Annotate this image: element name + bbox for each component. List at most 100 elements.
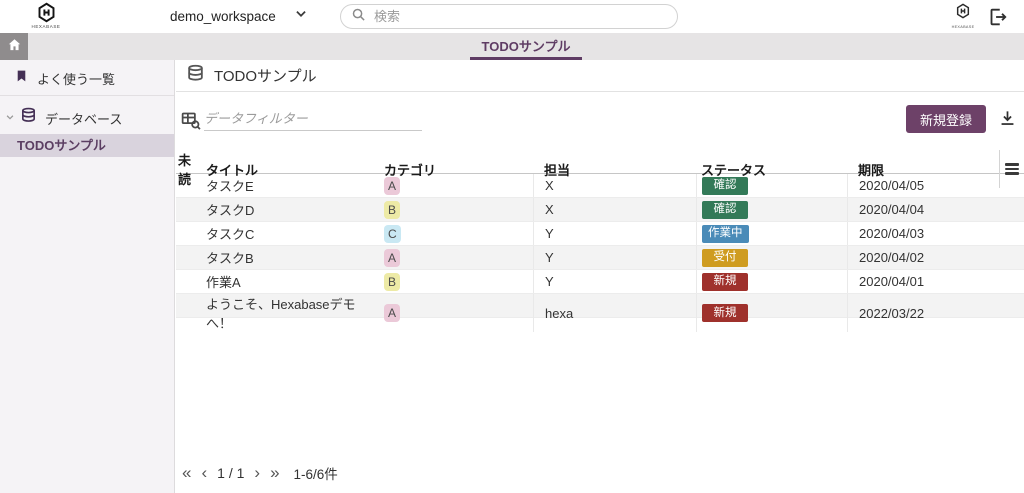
logo-caption: HEXABASE <box>20 24 72 29</box>
global-search <box>340 4 678 29</box>
status-badge: 作業中 <box>702 225 749 243</box>
search-icon <box>351 7 366 27</box>
workspace-selector[interactable]: demo_workspace <box>170 7 308 26</box>
next-page-button[interactable]: › <box>254 466 260 480</box>
table-row[interactable]: タスクD B X 確認 2020/04/04 <box>176 198 1024 222</box>
records-table: 未読 タイトル カテゴリ 担当 ステータス 期限 タスクE A X 確認 202… <box>176 150 1024 318</box>
download-icon <box>998 115 1017 132</box>
cell-unread <box>176 174 201 197</box>
cell-deadline: 2020/04/02 <box>847 246 999 269</box>
chevron-down-icon <box>294 7 308 26</box>
cell-unread <box>176 294 201 332</box>
cell-category: A <box>379 294 533 332</box>
database-group-label: データベース <box>45 109 122 128</box>
download-button[interactable] <box>998 109 1018 129</box>
table-row[interactable]: 作業A B Y 新規 2020/04/01 <box>176 270 1024 294</box>
cell-deadline: 2020/04/05 <box>847 174 999 197</box>
chevron-down-small-icon <box>5 109 15 127</box>
bookmark-icon <box>15 68 28 89</box>
last-page-button[interactable]: » <box>270 466 279 480</box>
cell-title: タスクC <box>201 222 379 245</box>
cell-category: B <box>379 198 533 221</box>
cell-title: タスクE <box>201 174 379 197</box>
first-page-button[interactable]: « <box>182 466 191 480</box>
hexabase-logo[interactable]: HEXABASE <box>20 2 72 29</box>
pagination: « ‹ 1 / 1 › » 1-6/6件 <box>182 463 338 483</box>
status-badge: 受付 <box>702 249 748 267</box>
table-body: タスクE A X 確認 2020/04/05 タスクD B X 確認 2020/… <box>176 174 1024 318</box>
data-filter-input[interactable] <box>204 107 422 131</box>
cell-menu <box>999 294 1024 332</box>
top-header: HEXABASE demo_workspace HEXABASE <box>0 0 1024 33</box>
cell-unread <box>176 246 201 269</box>
table-row[interactable]: ようこそ、Hexabaseデモへ！ A hexa 新規 2022/03/22 <box>176 294 1024 318</box>
main-titlebar: TODOサンプル <box>176 60 1024 92</box>
sidebar-divider <box>0 95 174 96</box>
search-input[interactable] <box>374 9 667 24</box>
database-icon <box>20 107 37 129</box>
user-account-button[interactable]: HEXABASE <box>948 3 978 29</box>
sidebar-group-database[interactable]: データベース <box>0 106 174 130</box>
cell-menu <box>999 222 1024 245</box>
cell-deadline: 2022/03/22 <box>847 294 999 332</box>
cell-assignee: Y <box>533 270 696 293</box>
tab-todo-sample[interactable]: TODOサンプル <box>470 33 583 60</box>
cell-category: C <box>379 222 533 245</box>
new-record-button[interactable]: 新規登録 <box>906 105 986 133</box>
tab-label: TODOサンプル <box>482 36 571 55</box>
home-icon <box>7 37 22 57</box>
hexabase-logo-icon <box>20 2 72 23</box>
table-row[interactable]: タスクC C Y 作業中 2020/04/03 <box>176 222 1024 246</box>
sidebar: よく使う一覧 データベース TODOサンプル <box>0 60 175 493</box>
home-button[interactable] <box>0 33 28 60</box>
cell-status: 受付 <box>696 246 847 269</box>
tab-strip: TODOサンプル <box>28 33 1024 60</box>
cell-menu <box>999 198 1024 221</box>
category-badge: B <box>384 201 400 219</box>
cell-deadline: 2020/04/03 <box>847 222 999 245</box>
cell-status: 確認 <box>696 174 847 197</box>
user-caption: HEXABASE <box>948 25 978 29</box>
data-filter-icon <box>180 110 201 136</box>
database-icon <box>186 64 205 88</box>
cell-unread <box>176 222 201 245</box>
category-badge: B <box>384 273 400 291</box>
cell-status: 新規 <box>696 270 847 293</box>
cell-menu <box>999 270 1024 293</box>
cell-title: タスクD <box>201 198 379 221</box>
table-header-row: 未読 タイトル カテゴリ 担当 ステータス 期限 <box>176 150 1024 174</box>
cell-status: 作業中 <box>696 222 847 245</box>
cell-category: B <box>379 270 533 293</box>
cell-status: 新規 <box>696 294 847 332</box>
cell-assignee: X <box>533 198 696 221</box>
record-range-text: 1-6/6件 <box>294 463 338 483</box>
workspace-name: demo_workspace <box>170 9 276 24</box>
sidebar-item-favorites[interactable]: よく使う一覧 <box>0 63 174 93</box>
cell-title: タスクB <box>201 246 379 269</box>
favorites-label: よく使う一覧 <box>37 69 115 88</box>
logout-button[interactable] <box>986 6 1008 28</box>
main-content: TODOサンプル 新規登録 未読 タイトル カテゴリ 担当 ステータス 期限 タ… <box>176 60 1024 493</box>
cell-deadline: 2020/04/01 <box>847 270 999 293</box>
cell-title: 作業A <box>201 270 379 293</box>
status-badge: 確認 <box>702 177 748 195</box>
cell-menu <box>999 246 1024 269</box>
cell-unread <box>176 270 201 293</box>
prev-page-button[interactable]: ‹ <box>201 466 207 480</box>
status-badge: 新規 <box>702 273 748 291</box>
tab-bar: TODOサンプル <box>0 33 1024 60</box>
table-row[interactable]: タスクB A Y 受付 2020/04/02 <box>176 246 1024 270</box>
category-badge: C <box>384 225 401 243</box>
cell-title: ようこそ、Hexabaseデモへ！ <box>201 294 379 332</box>
status-badge: 新規 <box>702 304 748 322</box>
logout-icon <box>986 15 1008 32</box>
cell-category: A <box>379 246 533 269</box>
cell-assignee: hexa <box>533 294 696 332</box>
cell-deadline: 2020/04/04 <box>847 198 999 221</box>
category-badge: A <box>384 249 400 267</box>
sidebar-item-todo-sample[interactable]: TODOサンプル <box>0 134 174 157</box>
category-badge: A <box>384 177 400 195</box>
table-row[interactable]: タスクE A X 確認 2020/04/05 <box>176 174 1024 198</box>
page-title: TODOサンプル <box>214 65 317 86</box>
cell-status: 確認 <box>696 198 847 221</box>
